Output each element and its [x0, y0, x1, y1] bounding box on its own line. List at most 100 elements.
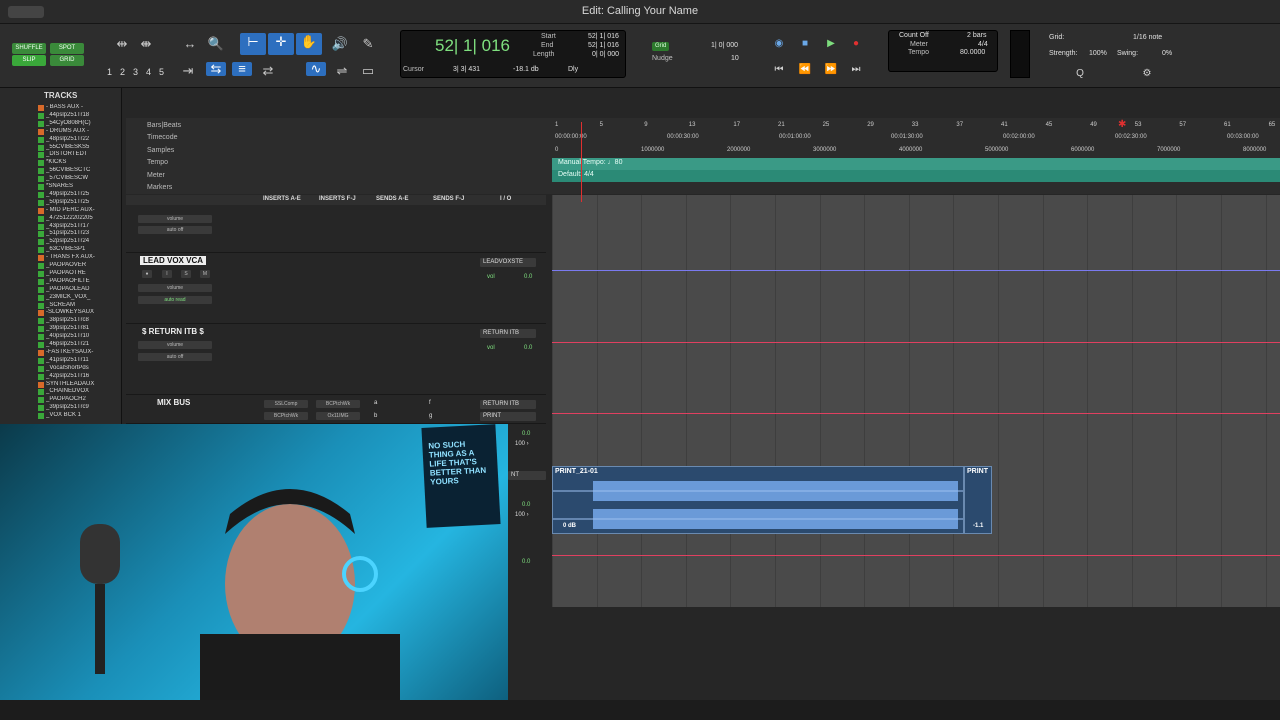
- tab-to-transient-icon[interactable]: ⇥: [178, 62, 198, 80]
- swing-value[interactable]: 0%: [1162, 50, 1172, 57]
- output-selector[interactable]: PRINT: [480, 412, 536, 421]
- grid-mode-button[interactable]: GRID: [50, 55, 84, 66]
- return-to-zero-icon[interactable]: ⏮: [770, 62, 788, 78]
- print-vol-value[interactable]: 0.0: [522, 502, 530, 508]
- track-list-item[interactable]: _VOX BCK 1: [46, 412, 108, 418]
- main-counter-value[interactable]: 52| 1| 016: [435, 36, 510, 56]
- track-list-item[interactable]: _56CVIBESCTC: [46, 167, 108, 173]
- track-list-item[interactable]: - TRANS FX AUX-: [46, 254, 108, 260]
- automation-mode-selector[interactable]: auto off: [138, 226, 212, 234]
- zoom-toggle-icon[interactable]: ↔: [180, 35, 200, 53]
- track-list-item[interactable]: _38pslp251Trc8: [46, 317, 108, 323]
- clip-gain[interactable]: 0 dB: [563, 523, 576, 529]
- audio-clip-print-21-01[interactable]: PRINT_21-01 0 dB: [552, 466, 964, 534]
- insert-bcptchwk-1[interactable]: BCPtchWk: [316, 400, 360, 408]
- grid-label-button[interactable]: Grid: [652, 42, 670, 51]
- track-name-return-itb[interactable]: $ RETURN ITB $: [142, 327, 204, 336]
- start-value[interactable]: 52| 1| 016: [588, 33, 619, 40]
- track-list-item[interactable]: _51pslp251Tr23: [46, 230, 108, 236]
- track-list-item[interactable]: - MID PERC AUX-: [46, 207, 108, 213]
- print-pan-value[interactable]: 100 ›: [515, 512, 529, 518]
- track-list-item[interactable]: _PAOPAOTRE: [46, 270, 108, 276]
- edit-window-timeline[interactable]: [552, 195, 1280, 607]
- quantize-icon[interactable]: Q: [1071, 66, 1089, 82]
- return-volume-line[interactable]: [552, 342, 1280, 343]
- zoom-in-horizontal-icon[interactable]: ⇼: [136, 35, 156, 53]
- track-list-item[interactable]: _VocalShortPds: [46, 365, 108, 371]
- track-list-item[interactable]: _PAOPAOFILTE: [46, 278, 108, 284]
- zoom-preset-1[interactable]: 1: [104, 67, 115, 77]
- play-icon[interactable]: ▶: [822, 36, 840, 52]
- zoom-preset-4[interactable]: 4: [143, 67, 154, 77]
- track-volume-line[interactable]: [552, 555, 1280, 556]
- track-list-item[interactable]: _CHAINEDVOX: [46, 388, 108, 394]
- mixbus-volume-line[interactable]: [552, 413, 1280, 414]
- scrubber-tool-icon[interactable]: 🔊: [330, 35, 350, 53]
- send-g[interactable]: g: [429, 413, 432, 419]
- vca-volume-line[interactable]: [552, 270, 1280, 271]
- pencil-tool-icon[interactable]: ✎: [358, 35, 378, 53]
- rewind-icon[interactable]: ⏪: [796, 62, 814, 78]
- slip-mode-button[interactable]: SLIP: [12, 55, 46, 66]
- insert-sslcomp[interactable]: SSLComp: [264, 400, 308, 408]
- automation-mode-selector[interactable]: auto read: [138, 296, 212, 304]
- track-list-item[interactable]: _46pslp251Tr21: [46, 341, 108, 347]
- grid-value[interactable]: 1| 0| 000: [711, 42, 738, 49]
- zoomer-tool-icon[interactable]: 🔍: [206, 35, 226, 53]
- ruler-tempo[interactable]: Tempo: [147, 159, 168, 166]
- last-track-vol-value[interactable]: 0.0: [522, 559, 530, 565]
- meter-lane[interactable]: Default: 4/4: [552, 170, 1280, 182]
- record-icon[interactable]: ●: [847, 36, 865, 52]
- vol-value[interactable]: 0.0: [524, 345, 532, 351]
- tempo-value[interactable]: 80.0000: [960, 49, 985, 56]
- solo-button[interactable]: S: [181, 270, 191, 278]
- grabber-tool-icon[interactable]: ✋: [296, 33, 322, 55]
- nudge-value[interactable]: 10: [731, 55, 739, 62]
- track-list-item[interactable]: _23MICK_VOX_: [46, 294, 108, 300]
- track-list-item[interactable]: _PAOPAOCH2: [46, 396, 108, 402]
- track-list-item[interactable]: *KICKS: [46, 159, 108, 165]
- track-list-item[interactable]: _39pslp251Trc9: [46, 404, 108, 410]
- strength-value[interactable]: 100%: [1089, 50, 1107, 57]
- bottom-scrollbar[interactable]: [0, 700, 1280, 720]
- track-name-mix-bus[interactable]: MIX BUS: [157, 398, 190, 407]
- ruler-timecode[interactable]: Timecode: [147, 134, 177, 141]
- track-list-item[interactable]: - BASS AUX -: [46, 104, 108, 110]
- zoom-out-horizontal-icon[interactable]: ⇹: [112, 35, 132, 53]
- input-selector[interactable]: RETURN ITB: [480, 400, 536, 409]
- output-selector[interactable]: LEADVOXSTE: [480, 258, 536, 267]
- track-list-item[interactable]: -SLOWKEYSAUX: [46, 309, 108, 315]
- track-list-item[interactable]: - DRUMS AUX -: [46, 128, 108, 134]
- send-a[interactable]: a: [374, 400, 377, 406]
- trim-tool-icon[interactable]: ⊢: [240, 33, 266, 55]
- track-list-item[interactable]: *SNARES: [46, 183, 108, 189]
- track-list-item[interactable]: _40pslp251Tr10: [46, 333, 108, 339]
- automation-mode-selector[interactable]: auto off: [138, 353, 212, 361]
- delay-comp-label[interactable]: Dly: [568, 66, 578, 73]
- track-list-item[interactable]: _52pslp251Tr24: [46, 238, 108, 244]
- count-off-button[interactable]: Count Off: [899, 32, 929, 39]
- mute-button[interactable]: M: [200, 270, 210, 278]
- link-timeline-icon[interactable]: ⇆: [206, 62, 226, 76]
- automation-follows-edit-icon[interactable]: ∿: [306, 62, 326, 76]
- mixbus-pan-value[interactable]: 100 ›: [515, 441, 529, 447]
- vol-value[interactable]: 0.0: [524, 274, 532, 280]
- quantize-grid-value[interactable]: 1/16 note: [1133, 34, 1162, 41]
- track-list-item[interactable]: _57CVIBESCW: [46, 175, 108, 181]
- ruler-meter[interactable]: Meter: [147, 172, 165, 179]
- fast-forward-icon[interactable]: ⏩: [822, 62, 840, 78]
- track-list-item[interactable]: _PAOPAOLEAD: [46, 286, 108, 292]
- track-list-item[interactable]: _PAOPAOVER: [46, 262, 108, 268]
- mirror-midi-icon[interactable]: ⇌: [332, 62, 352, 80]
- playhead-marker-icon[interactable]: ✱: [1118, 120, 1130, 130]
- online-icon[interactable]: ◉: [770, 36, 788, 52]
- audio-clip-print[interactable]: PRINT -1.1: [964, 466, 992, 534]
- meter-value[interactable]: 4/4: [978, 41, 988, 48]
- ruler-samples[interactable]: Samples: [147, 147, 174, 154]
- shuffle-mode-button[interactable]: SHUFFLE: [12, 43, 46, 54]
- track-list-item[interactable]: SYNTHLEADAUX: [46, 381, 108, 387]
- record-enable-button[interactable]: ●: [142, 270, 152, 278]
- input-monitor-button[interactable]: I: [162, 270, 172, 278]
- track-list-item[interactable]: _48pslp251Tr22: [46, 136, 108, 142]
- insert-bcptchwk-2[interactable]: BCPtchWk: [264, 412, 308, 420]
